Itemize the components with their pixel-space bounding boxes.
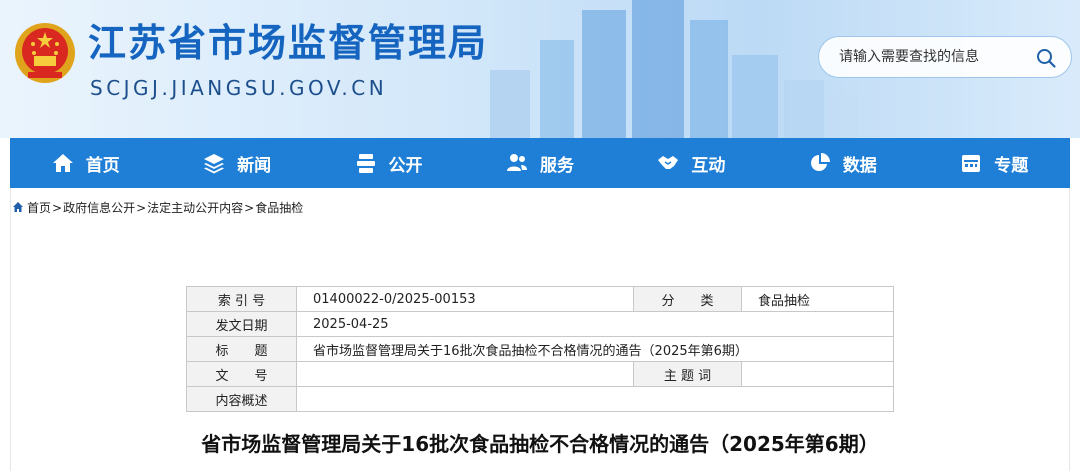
nav-item-news[interactable]: 新闻 (161, 138, 312, 188)
search-box (818, 36, 1072, 78)
docno-value (296, 361, 634, 387)
nav-item-home[interactable]: 首页 (10, 138, 161, 188)
table-row: 发文日期 2025-04-25 (186, 311, 894, 337)
nav-item-data[interactable]: 数据 (767, 138, 918, 188)
nav-label: 首页 (85, 155, 120, 176)
city-skyline-illustration (490, 0, 858, 138)
summary-label: 内容概述 (186, 386, 297, 412)
breadcrumb-separator: > (136, 201, 147, 215)
breadcrumb-home-icon (13, 202, 23, 212)
breadcrumb-food-inspection[interactable]: 食品抽检 (255, 201, 303, 215)
keywords-label: 主 题 词 (633, 361, 742, 387)
table-row: 文 号 主 题 词 (186, 361, 894, 387)
table-row: 索 引 号 01400022-0/2025-00153 分 类 食品抽检 (186, 286, 894, 312)
nav-label: 专题 (994, 155, 1029, 176)
users-icon (506, 154, 527, 171)
calendar-icon (962, 155, 981, 172)
home-icon (52, 154, 73, 172)
layers-icon (204, 154, 225, 174)
stack-icon (356, 154, 375, 173)
handshake-icon (658, 156, 679, 169)
summary-value (296, 386, 894, 412)
index-value: 01400022-0/2025-00153 (296, 286, 634, 312)
nav-item-disclosure[interactable]: 公开 (313, 138, 464, 188)
category-label: 分 类 (633, 286, 742, 312)
table-row: 标 题 省市场监督管理局关于16批次食品抽检不合格情况的通告（2025年第6期） (186, 336, 894, 362)
keywords-value (741, 361, 894, 387)
site-domain: SCJGJ.JIANGSU.GOV.CN (90, 76, 388, 100)
site-header: 江苏省市场监督管理局 SCJGJ.JIANGSU.GOV.CN (0, 0, 1080, 138)
nav-label: 互动 (691, 155, 726, 176)
nav-label: 公开 (388, 155, 423, 176)
breadcrumb-separator: > (244, 201, 255, 215)
nav-item-services[interactable]: 服务 (464, 138, 615, 188)
nav-label: 新闻 (237, 155, 272, 176)
date-label: 发文日期 (186, 311, 297, 337)
title-value: 省市场监督管理局关于16批次食品抽检不合格情况的通告（2025年第6期） (296, 336, 894, 362)
date-value: 2025-04-25 (296, 311, 894, 337)
nav-item-interaction[interactable]: 互动 (616, 138, 767, 188)
breadcrumb-statutory[interactable]: 法定主动公开内容 (147, 201, 243, 215)
document-metadata-table: 索 引 号 01400022-0/2025-00153 分 类 食品抽检 发文日… (186, 286, 894, 412)
nav-label: 数据 (842, 155, 877, 176)
nav-label: 服务 (539, 155, 574, 176)
breadcrumb: 首页>政府信息公开>法定主动公开内容>食品抽检 (12, 199, 303, 216)
search-input[interactable] (839, 37, 1019, 77)
breadcrumb-separator: > (52, 201, 63, 215)
main-navigation: 首页 新闻 公开 服务 互动 数据 专题 (10, 138, 1070, 188)
category-value: 食品抽检 (741, 286, 894, 312)
national-emblem-icon (15, 23, 75, 83)
breadcrumb-home[interactable]: 首页 (27, 201, 51, 215)
pie-chart-icon (810, 153, 830, 171)
breadcrumb-gov-info[interactable]: 政府信息公开 (63, 201, 135, 215)
title-label: 标 题 (186, 336, 297, 362)
search-icon[interactable] (1035, 47, 1057, 69)
docno-label: 文 号 (186, 361, 297, 387)
article-title: 省市场监督管理局关于16批次食品抽检不合格情况的通告（2025年第6期） (201, 432, 879, 456)
nav-item-topics[interactable]: 专题 (919, 138, 1070, 188)
index-label: 索 引 号 (186, 286, 297, 312)
table-row: 内容概述 (186, 386, 894, 412)
site-title: 江苏省市场监督管理局 (88, 21, 489, 65)
